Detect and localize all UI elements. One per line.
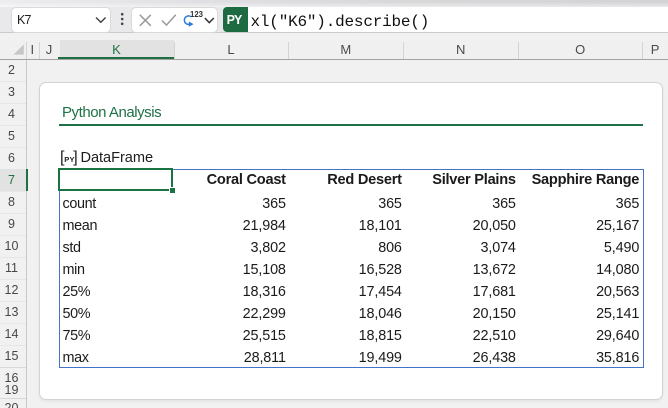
svg-text:123: 123 (190, 10, 204, 19)
